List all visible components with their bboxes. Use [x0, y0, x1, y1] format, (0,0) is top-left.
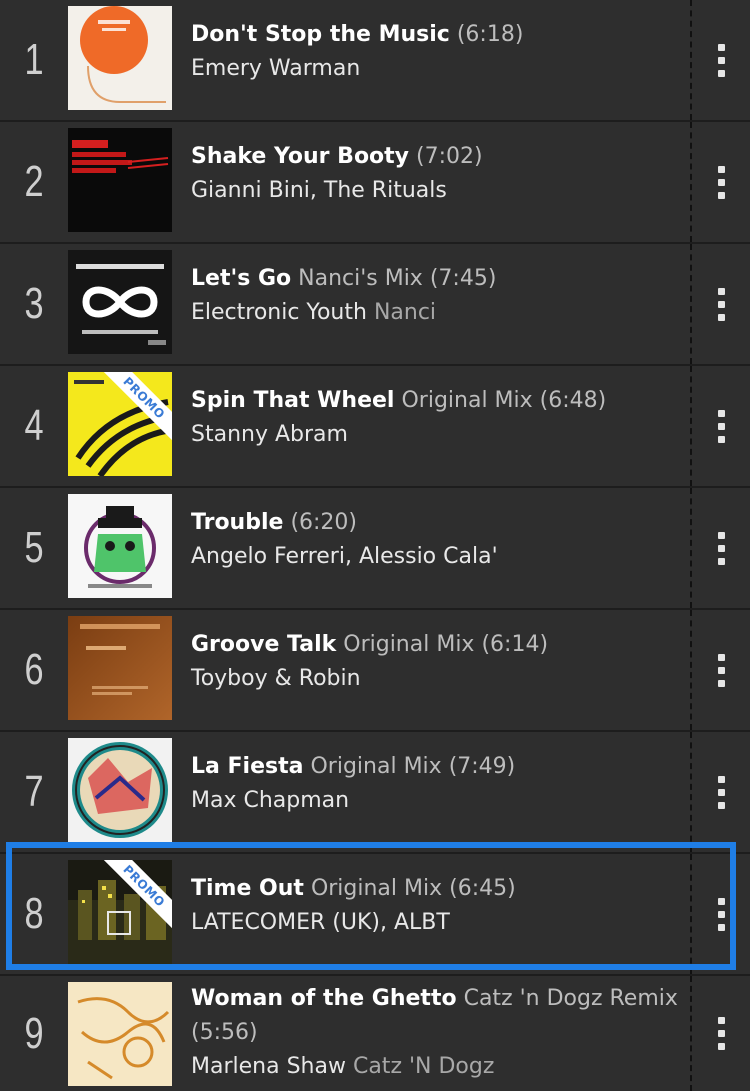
- more-vertical-icon[interactable]: [706, 610, 736, 730]
- track-info: Time Out Original Mix (6:45) LATECOMER (…: [191, 872, 681, 940]
- track-remixer[interactable]: Catz 'N Dogz: [353, 1054, 494, 1079]
- column-divider: [690, 854, 692, 974]
- track-row[interactable]: 7 La Fiesta Original Mix (7:49) Max Chap…: [0, 732, 750, 854]
- track-title[interactable]: Trouble: [191, 510, 283, 535]
- track-mix: Original Mix: [401, 388, 533, 413]
- track-row[interactable]: 9 Woman of the Ghetto Catz 'n Dogz Remix…: [0, 976, 750, 1091]
- album-art[interactable]: [68, 738, 172, 842]
- track-title[interactable]: Spin That Wheel: [191, 388, 394, 413]
- album-art[interactable]: PROMO: [68, 372, 172, 476]
- track-row[interactable]: 1 Don't Stop the Music (6:18) Emery Warm…: [0, 0, 750, 122]
- album-art[interactable]: [68, 250, 172, 354]
- album-art[interactable]: PROMO: [68, 860, 172, 964]
- track-artists[interactable]: Stanny Abram: [191, 418, 681, 452]
- track-mix: Original Mix: [310, 876, 443, 901]
- track-duration: (5:56): [191, 1020, 258, 1045]
- track-duration: (7:02): [416, 144, 483, 169]
- track-info: Woman of the Ghetto Catz 'n Dogz Remix (…: [191, 982, 681, 1084]
- column-divider: [690, 732, 692, 852]
- more-vertical-icon[interactable]: [706, 0, 736, 120]
- track-row[interactable]: 2 Shake Your Booty (7:02) Gianni Bini, T…: [0, 122, 750, 244]
- more-vertical-icon[interactable]: [706, 976, 736, 1091]
- track-title[interactable]: Don't Stop the Music: [191, 22, 450, 47]
- more-vertical-icon[interactable]: [706, 732, 736, 852]
- track-duration: (7:49): [448, 754, 516, 779]
- track-rank: 8: [24, 889, 44, 938]
- track-info: Don't Stop the Music (6:18) Emery Warman: [191, 18, 681, 86]
- track-duration: (6:20): [290, 510, 358, 535]
- track-mix: Catz 'n Dogz Remix: [463, 986, 678, 1011]
- track-rank: 4: [24, 401, 44, 450]
- column-divider: [690, 366, 692, 486]
- track-artists[interactable]: Max Chapman: [191, 784, 681, 818]
- track-title[interactable]: Time Out: [191, 876, 304, 901]
- track-duration: (6:45): [449, 876, 516, 901]
- track-title[interactable]: Groove Talk: [191, 632, 336, 657]
- column-divider: [690, 122, 692, 242]
- track-row[interactable]: 3 Let's Go Nanci's Mix (7:45) Electronic…: [0, 244, 750, 366]
- more-vertical-icon[interactable]: [706, 854, 736, 974]
- track-mix: Original Mix: [343, 632, 475, 657]
- track-remixer[interactable]: Nanci: [374, 300, 436, 325]
- track-info: Trouble (6:20) Angelo Ferreri, Alessio C…: [191, 506, 681, 574]
- more-vertical-icon[interactable]: [706, 244, 736, 364]
- track-info: Spin That Wheel Original Mix (6:48) Stan…: [191, 384, 681, 452]
- album-art[interactable]: [68, 982, 172, 1086]
- track-rank: 3: [24, 279, 44, 328]
- track-artists[interactable]: Emery Warman: [191, 52, 681, 86]
- column-divider: [690, 0, 692, 120]
- track-info: La Fiesta Original Mix (7:49) Max Chapma…: [191, 750, 681, 818]
- album-art[interactable]: [68, 616, 172, 720]
- track-rank: 7: [24, 767, 44, 816]
- track-title[interactable]: Woman of the Ghetto: [191, 986, 457, 1011]
- album-art[interactable]: [68, 494, 172, 598]
- track-rank: 5: [24, 523, 44, 572]
- album-art[interactable]: [68, 6, 172, 110]
- track-artists[interactable]: Electronic Youth: [191, 300, 367, 325]
- column-divider: [690, 244, 692, 364]
- track-title[interactable]: Shake Your Booty: [191, 144, 409, 169]
- track-rank: 6: [24, 645, 44, 694]
- more-vertical-icon[interactable]: [706, 122, 736, 242]
- track-title[interactable]: La Fiesta: [191, 754, 303, 779]
- track-mix: Nanci's Mix: [298, 266, 423, 291]
- track-info: Let's Go Nanci's Mix (7:45) Electronic Y…: [191, 262, 681, 330]
- column-divider: [690, 976, 692, 1091]
- track-duration: (6:18): [456, 22, 524, 47]
- column-divider: [690, 488, 692, 608]
- track-artists[interactable]: Gianni Bini, The Rituals: [191, 174, 681, 208]
- track-title[interactable]: Let's Go: [191, 266, 291, 291]
- more-vertical-icon[interactable]: [706, 488, 736, 608]
- track-artists[interactable]: LATECOMER (UK), ALBT: [191, 906, 681, 940]
- track-artists[interactable]: Marlena Shaw: [191, 1054, 346, 1079]
- more-vertical-icon[interactable]: [706, 366, 736, 486]
- track-row-selected[interactable]: 8 PROMO Time Out Original Mix (6:45) LAT…: [0, 854, 750, 976]
- track-row[interactable]: 6 Groove Talk Original Mix (6:14) Toyboy…: [0, 610, 750, 732]
- track-row[interactable]: 5 Trouble (6:20) Angelo Ferreri, Alessio…: [0, 488, 750, 610]
- column-divider: [690, 610, 692, 730]
- track-artists[interactable]: Toyboy & Robin: [191, 662, 681, 696]
- track-mix: Original Mix: [310, 754, 442, 779]
- track-rank: 2: [24, 157, 44, 206]
- track-artists[interactable]: Angelo Ferreri, Alessio Cala': [191, 540, 681, 574]
- track-duration: (6:48): [539, 388, 607, 413]
- track-info: Shake Your Booty (7:02) Gianni Bini, The…: [191, 140, 681, 208]
- track-info: Groove Talk Original Mix (6:14) Toyboy &…: [191, 628, 681, 696]
- track-list: 1 Don't Stop the Music (6:18) Emery Warm…: [0, 0, 750, 1091]
- track-duration: (7:45): [429, 266, 497, 291]
- track-duration: (6:14): [481, 632, 549, 657]
- track-rank: 1: [24, 35, 44, 84]
- track-rank: 9: [24, 1008, 44, 1058]
- album-art[interactable]: [68, 128, 172, 232]
- track-row[interactable]: 4 PROMO Spin That Wheel Original Mix (6:…: [0, 366, 750, 488]
